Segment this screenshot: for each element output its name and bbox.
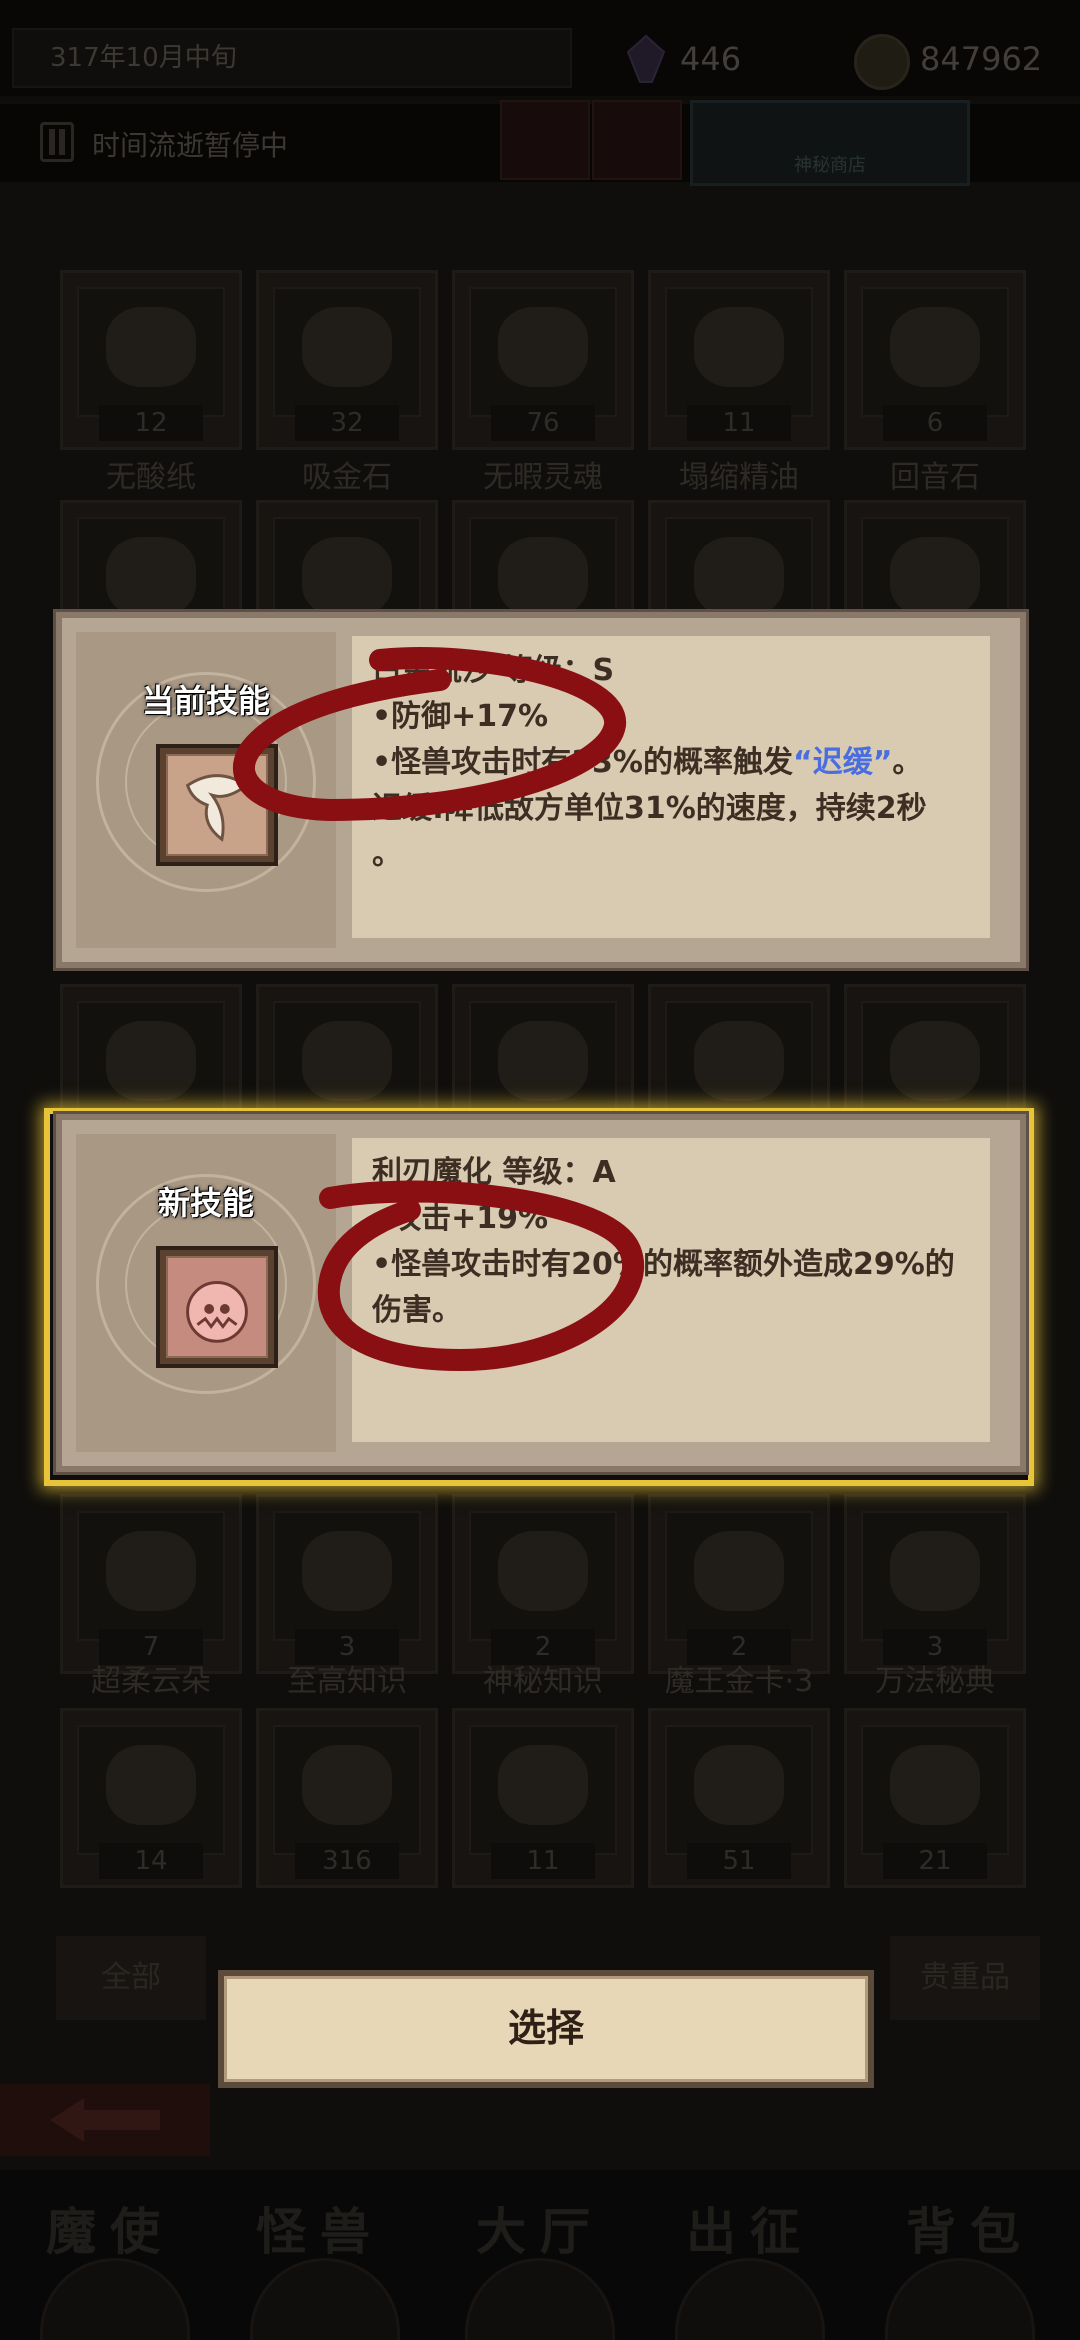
new-skill-effect: •怪兽攻击时有20%的概率额外造成29%的	[372, 1247, 955, 1282]
current-skill-emblem-area: 当前技能	[76, 632, 336, 948]
new-skill-description: 利刃魔化 等级：A •攻击+19% •怪兽攻击时有20%的概率额外造成29%的 …	[352, 1138, 990, 1442]
current-skill-detail-end: 。	[372, 837, 402, 872]
new-skill-stat: •攻击+19%	[372, 1201, 549, 1236]
new-skill-title: 利刃魔化 等级：A	[372, 1155, 616, 1190]
new-skill-effect-end: 伤害。	[372, 1293, 462, 1328]
slow-keyword[interactable]: “迟缓”	[793, 745, 892, 780]
current-skill-panel: 当前技能 白金流沙 等级：S •防御+17% •怪兽攻击时有33%的概率触发“迟…	[56, 612, 1026, 968]
current-skill-description: 白金流沙 等级：S •防御+17% •怪兽攻击时有33%的概率触发“迟缓”。 迟…	[352, 636, 990, 938]
new-skill-icon	[156, 1246, 278, 1368]
current-skill-effect: •怪兽攻击时有33%的概率触发“迟缓”。	[372, 745, 923, 780]
new-skill-emblem-area: 新技能	[76, 1134, 336, 1452]
blade-demon-icon	[186, 1281, 248, 1343]
current-skill-stat: •防御+17%	[372, 699, 549, 734]
new-skill-heading: 新技能	[157, 1184, 254, 1222]
current-skill-detail: 迟缓:降低敌方单位31%的速度，持续2秒	[372, 791, 927, 826]
select-button[interactable]: 选择	[218, 1970, 874, 2088]
new-skill-panel[interactable]: 新技能 利刃魔化 等级：A •攻击+19% •怪兽攻击时有20%的概率额外造成2…	[56, 1114, 1026, 1472]
current-skill-title: 白金流沙 等级：S	[372, 653, 615, 688]
current-skill-icon	[156, 744, 278, 866]
sand-swirl-icon	[185, 774, 249, 842]
current-skill-heading: 当前技能	[141, 682, 270, 720]
